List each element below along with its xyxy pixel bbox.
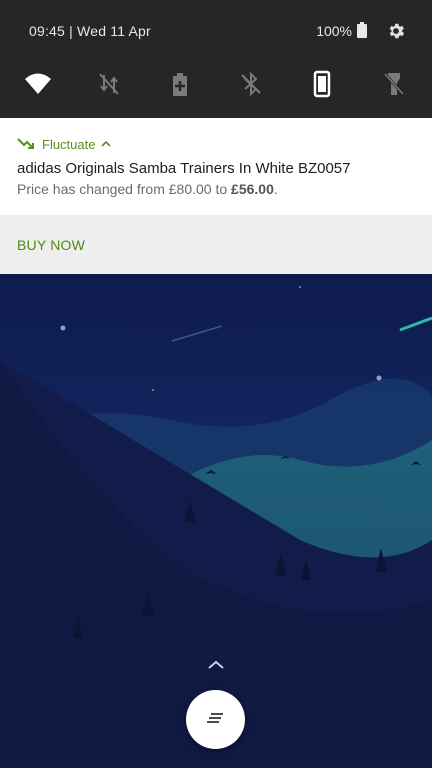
notification-actions: BUY NOW [0,215,432,274]
chevron-up-icon[interactable] [101,140,112,148]
price-notification[interactable]: Fluctuate adidas Originals Samba Trainer… [0,118,432,215]
new-price: £56.00 [231,181,274,197]
quick-settings-shade: 09:45 | Wed 11 Apr 100% [0,0,432,118]
flashlight-off-icon[interactable] [380,70,408,98]
gear-icon[interactable] [386,21,406,41]
chevron-up-icon[interactable] [207,660,225,670]
trend-down-icon [17,138,34,149]
mobile-data-off-icon[interactable] [95,70,123,98]
notes-button[interactable] [186,690,245,749]
battery-icon [357,22,367,38]
notes-icon [207,713,223,723]
notification-body: Price has changed from £80.00 to £56.00. [17,181,278,197]
body-suffix: . [273,181,278,197]
battery-saver-icon[interactable] [166,70,194,98]
app-name: Fluctuate [42,136,96,152]
notification-title: adidas Originals Samba Trainers In White… [17,160,351,177]
auto-rotate-icon[interactable] [308,70,336,98]
notification-header: Fluctuate [17,135,112,153]
price-change-text: Price has changed from £80.00 to [17,181,232,197]
bluetooth-off-icon[interactable] [237,70,265,98]
status-time-date: 09:45 | Wed 11 Apr [29,23,151,39]
status-bar: 09:45 | Wed 11 Apr 100% [0,18,432,44]
buy-now-button[interactable]: BUY NOW [17,237,85,253]
wifi-icon[interactable] [24,70,52,98]
battery-percentage: 100% [316,23,352,39]
lock-screen: 09:45 | Wed 11 Apr 100% Fluctuate adidas… [0,0,432,768]
